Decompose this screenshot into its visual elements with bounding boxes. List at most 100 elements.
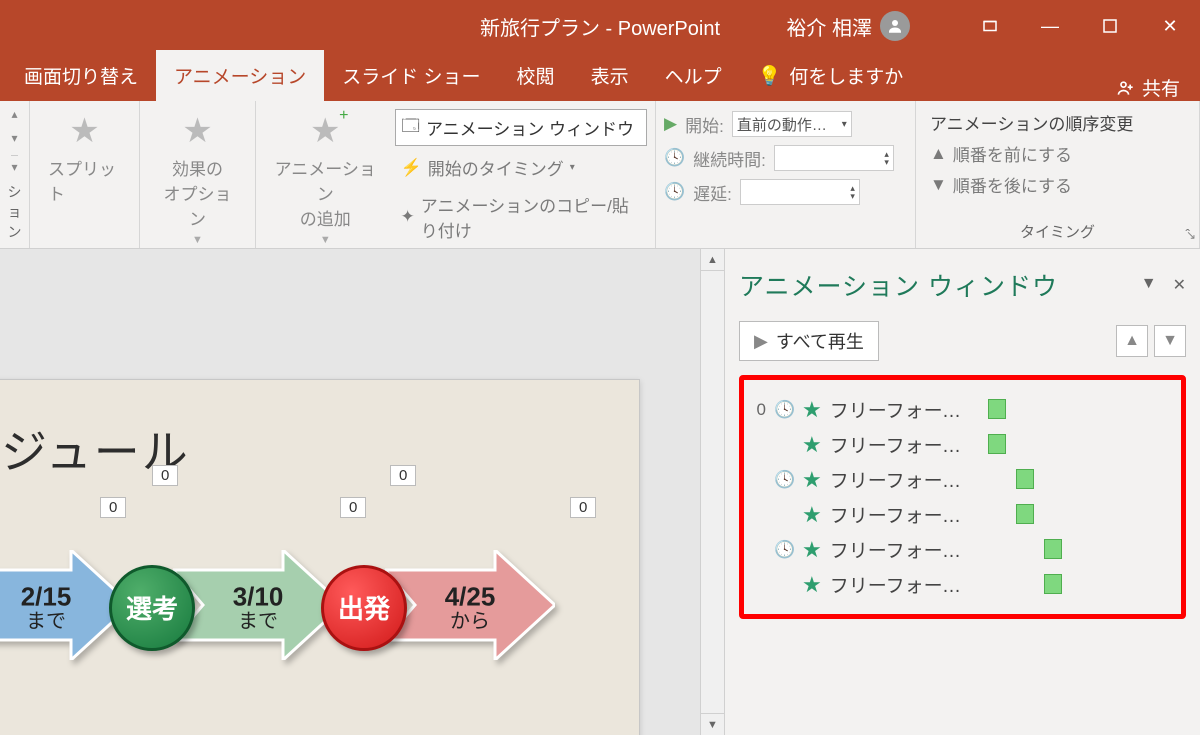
duration-field[interactable]: 🕓 継続時間: ▴▾ <box>664 141 907 175</box>
item-name: フリーフォーム: 図... <box>830 396 980 423</box>
flow-circle[interactable]: 出発 <box>321 565 407 651</box>
play-all-button[interactable]: ▶ すべて再生 <box>739 321 879 361</box>
group-timing-label: タイミング <box>924 221 1191 246</box>
move-up-button[interactable]: ▲ <box>1116 325 1148 357</box>
flow-arrow[interactable]: 3/10まで <box>173 550 343 665</box>
chevron-down-icon: ▼ <box>192 234 203 246</box>
scroll-up-icon[interactable]: ▲ <box>701 249 724 271</box>
animation-list-highlight: 0 🕓 ★ フリーフォーム: 図... ★ フリーフォーム: 図... 🕓 ★ … <box>739 375 1186 619</box>
delay-input[interactable]: ▴▾ <box>740 179 860 205</box>
group-timing: アニメーションの順序変更 ▲ 順番を前にする ▼ 順番を後にする タイミング <box>916 101 1200 248</box>
move-earlier-button[interactable]: ▲ 順番を前にする <box>924 138 1191 169</box>
clock-icon: 🕓 <box>774 540 794 560</box>
group-effect-options: ★ 効果の オプション ▼ <box>140 101 256 248</box>
duration-input[interactable]: ▴▾ <box>774 145 894 171</box>
move-later-label: 順番を後にする <box>953 172 1072 197</box>
trigger-button[interactable]: ⚡ 開始のタイミング ▾ <box>395 152 647 183</box>
animation-painter-button[interactable]: ✦ アニメーションのコピー/貼り付け <box>395 189 647 245</box>
flow-circle[interactable]: 選考 <box>109 565 195 651</box>
split-effect-button[interactable]: ★ スプリット <box>38 107 131 209</box>
timeline-bar <box>1016 469 1034 489</box>
tab-view[interactable]: 表示 <box>573 50 647 101</box>
animation-item[interactable]: 🕓 ★ フリーフォーム: 図... <box>748 532 1173 567</box>
animation-item[interactable]: 🕓 ★ フリーフォーム: 図... <box>748 462 1173 497</box>
reorder-title-label: アニメーションの順序変更 <box>930 110 1133 135</box>
group-timing-fields: ▶ 開始: 直前の動作…▾ 🕓 継続時間: ▴▾ 🕓 遅延: ▴▾ <box>656 101 916 248</box>
item-name: フリーフォーム: 図... <box>830 536 980 563</box>
animation-item[interactable]: 0 🕓 ★ フリーフォーム: 図... <box>748 392 1173 427</box>
ribbon-gallery-overflow: ▴ ▾ ▾ ション ↘ <box>0 101 30 248</box>
user-info[interactable]: 裕介 相澤 <box>786 11 910 41</box>
clock-icon: 🕓 <box>774 400 794 420</box>
chevron-down-icon: ▾ <box>570 162 575 173</box>
play-icon: ▶ <box>754 331 768 352</box>
ribbon: ▴ ▾ ▾ ション ↘ ★ スプリット ★ 効果の オプション ▼ ★+ アニメ… <box>0 101 1200 249</box>
pane-icon: 🗔 <box>402 113 420 142</box>
tell-me[interactable]: 💡 何をしますか <box>740 50 922 101</box>
slide-canvas[interactable]: ジュール 2/15まで選考3/10まで出発4/25から 00000 <box>0 249 700 735</box>
tab-help[interactable]: ヘルプ <box>647 50 740 101</box>
animation-order-badge[interactable]: 0 <box>570 497 596 518</box>
share-button[interactable]: 共有 <box>1116 74 1180 101</box>
vertical-scrollbar[interactable]: ▲ ▼ <box>700 249 724 735</box>
animation-pane-button[interactable]: 🗔 アニメーション ウィンドウ <box>395 109 647 146</box>
arrow-date: 2/15 <box>21 581 72 611</box>
tab-review[interactable]: 校閲 <box>499 50 573 101</box>
animation-item[interactable]: ★ フリーフォーム: 図... <box>748 497 1173 532</box>
minimize-button[interactable]: — <box>1020 0 1080 52</box>
flow-arrow[interactable]: 4/25から <box>385 550 555 665</box>
maximize-button[interactable] <box>1080 0 1140 52</box>
group-preview: ★ スプリット <box>30 101 140 248</box>
ribbon-display-button[interactable] <box>960 0 1020 52</box>
timeline-bar <box>1016 504 1034 524</box>
gallery-up-icon[interactable]: ▴ <box>11 107 17 121</box>
animation-order-badge[interactable]: 0 <box>100 497 126 518</box>
close-button[interactable]: ✕ <box>1140 0 1200 52</box>
animation-item[interactable]: ★ フリーフォーム: 図... <box>748 567 1173 602</box>
group-anim-label: ション <box>2 182 27 246</box>
timeline-bar <box>988 434 1006 454</box>
timeline-track <box>988 539 1171 561</box>
tab-transitions[interactable]: 画面切り替え <box>6 50 156 101</box>
start-field[interactable]: ▶ 開始: 直前の動作…▾ <box>664 107 907 141</box>
effect-options-button[interactable]: ★ 効果の オプション ▼ <box>148 107 247 250</box>
slide: ジュール 2/15まで選考3/10まで出発4/25から <box>0 379 640 735</box>
delay-label: 遅延: <box>693 180 732 205</box>
star-icon: ★ <box>802 467 822 493</box>
animation-order-badge[interactable]: 0 <box>340 497 366 518</box>
animation-pane-title: アニメーション ウィンドウ <box>739 267 1058 303</box>
tab-slideshow[interactable]: スライド ショー <box>324 50 498 101</box>
move-down-button[interactable]: ▼ <box>1154 325 1186 357</box>
animation-item[interactable]: ★ フリーフォーム: 図... <box>748 427 1173 462</box>
collapse-ribbon-icon[interactable]: ˆ <box>1185 226 1190 242</box>
add-animation-button[interactable]: ★+ アニメーション の追加 ▼ <box>264 107 387 250</box>
title-bar: 新旅行プラン - PowerPoint 裕介 相澤 — ✕ <box>0 0 1200 52</box>
move-later-button[interactable]: ▼ 順番を後にする <box>924 169 1191 200</box>
tab-animations[interactable]: アニメーション <box>156 50 324 101</box>
avatar-icon <box>880 11 910 41</box>
start-combobox[interactable]: 直前の動作…▾ <box>732 111 852 137</box>
gallery-more-icon[interactable]: ▾ <box>11 155 17 174</box>
gallery-down-icon[interactable]: ▾ <box>11 131 17 145</box>
timeline-track <box>988 399 1171 421</box>
timeline-bar <box>1044 574 1062 594</box>
animation-order-badge[interactable]: 0 <box>152 465 178 486</box>
pane-options-icon[interactable]: ▼ <box>1141 275 1157 295</box>
item-name: フリーフォーム: 図... <box>830 431 980 458</box>
pane-close-icon[interactable]: ✕ <box>1173 275 1186 295</box>
animation-order-badge[interactable]: 0 <box>390 465 416 486</box>
window-controls: — ✕ <box>960 0 1200 52</box>
item-number: 0 <box>750 400 766 420</box>
arrow-date: 3/10 <box>233 581 284 611</box>
share-icon <box>1116 78 1136 98</box>
scroll-down-icon[interactable]: ▼ <box>701 713 724 735</box>
star-icon: ★ <box>802 432 822 458</box>
workarea: ジュール 2/15まで選考3/10まで出発4/25から 00000 ▲ ▼ アニ… <box>0 249 1200 735</box>
star-icon: ★ <box>802 397 822 423</box>
chevron-down-icon: ▾ <box>842 119 847 130</box>
star-icon: ★ <box>802 572 822 598</box>
delay-field[interactable]: 🕓 遅延: ▴▾ <box>664 175 907 209</box>
reorder-header: アニメーションの順序変更 <box>924 107 1191 138</box>
chevron-down-icon: ▼ <box>320 234 331 246</box>
star-icon: ★ <box>69 111 99 151</box>
